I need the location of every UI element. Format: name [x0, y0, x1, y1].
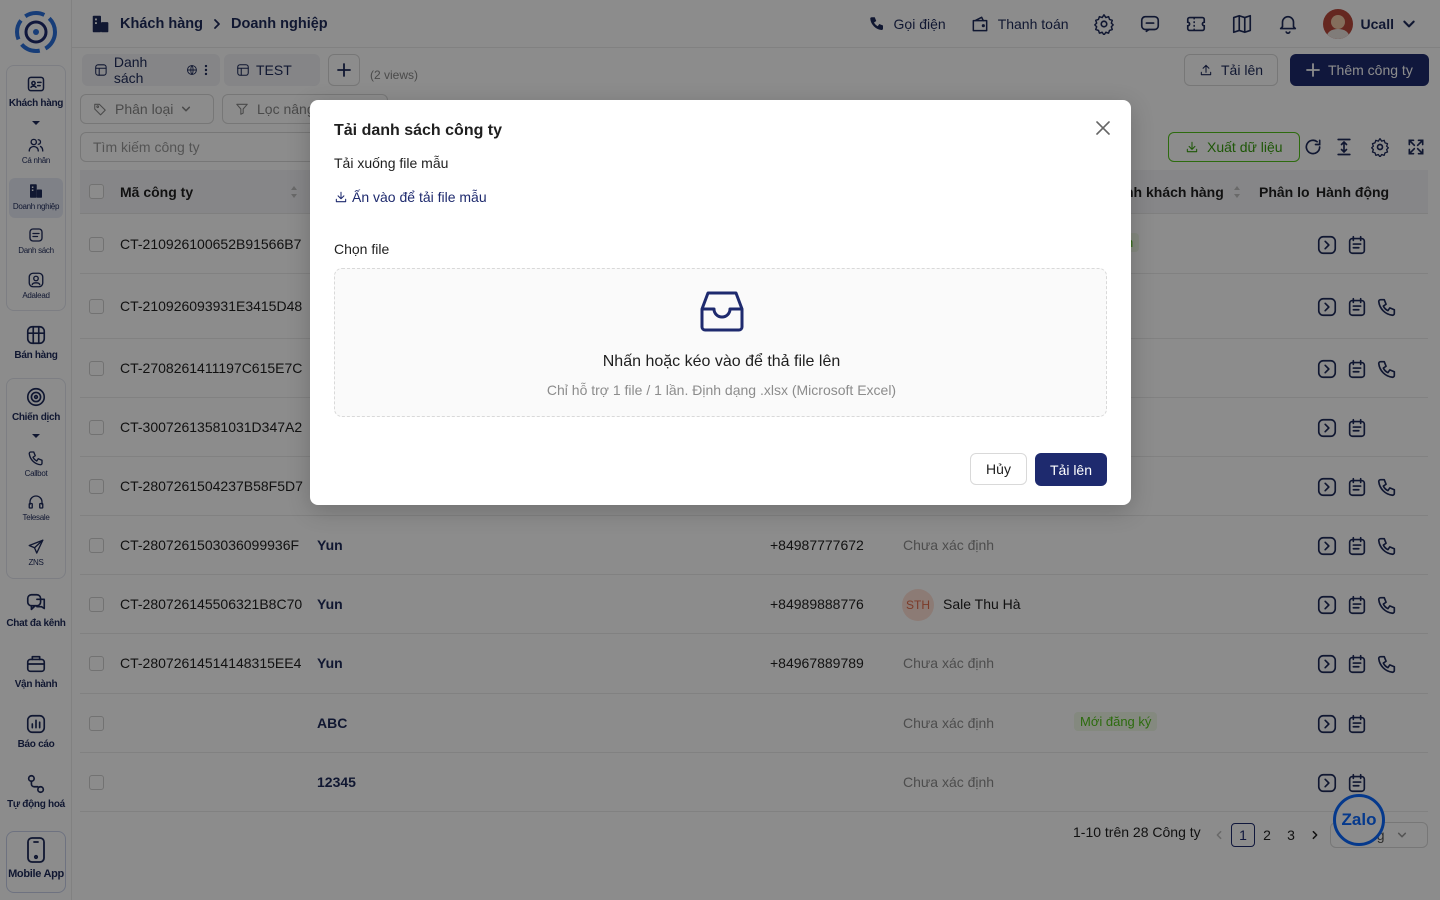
choose-file-label: Chọn file [334, 241, 390, 257]
cancel-button[interactable]: Hủy [970, 453, 1027, 485]
dropzone-hint: Chỉ hỗ trợ 1 file / 1 lần. Định dạng .xl… [546, 382, 897, 398]
download-link-text: Ấn vào để tải file mẫu [352, 189, 487, 205]
upload-submit-button[interactable]: Tải lên [1035, 453, 1107, 486]
upload-company-modal: Tải danh sách công ty Tải xuống file mẫu… [310, 100, 1131, 505]
dropzone-text: Nhấn hoặc kéo vào để thả file lên [602, 353, 841, 370]
download-icon [335, 191, 347, 203]
close-icon[interactable] [1094, 119, 1112, 137]
download-template-label: Tải xuống file mẫu [334, 155, 449, 171]
inbox-icon [700, 291, 744, 332]
file-dropzone[interactable]: Nhấn hoặc kéo vào để thả file lên Chỉ hỗ… [334, 268, 1107, 417]
download-template-link[interactable]: Ấn vào để tải file mẫu [334, 189, 487, 205]
modal-title: Tải danh sách công ty [334, 122, 503, 139]
